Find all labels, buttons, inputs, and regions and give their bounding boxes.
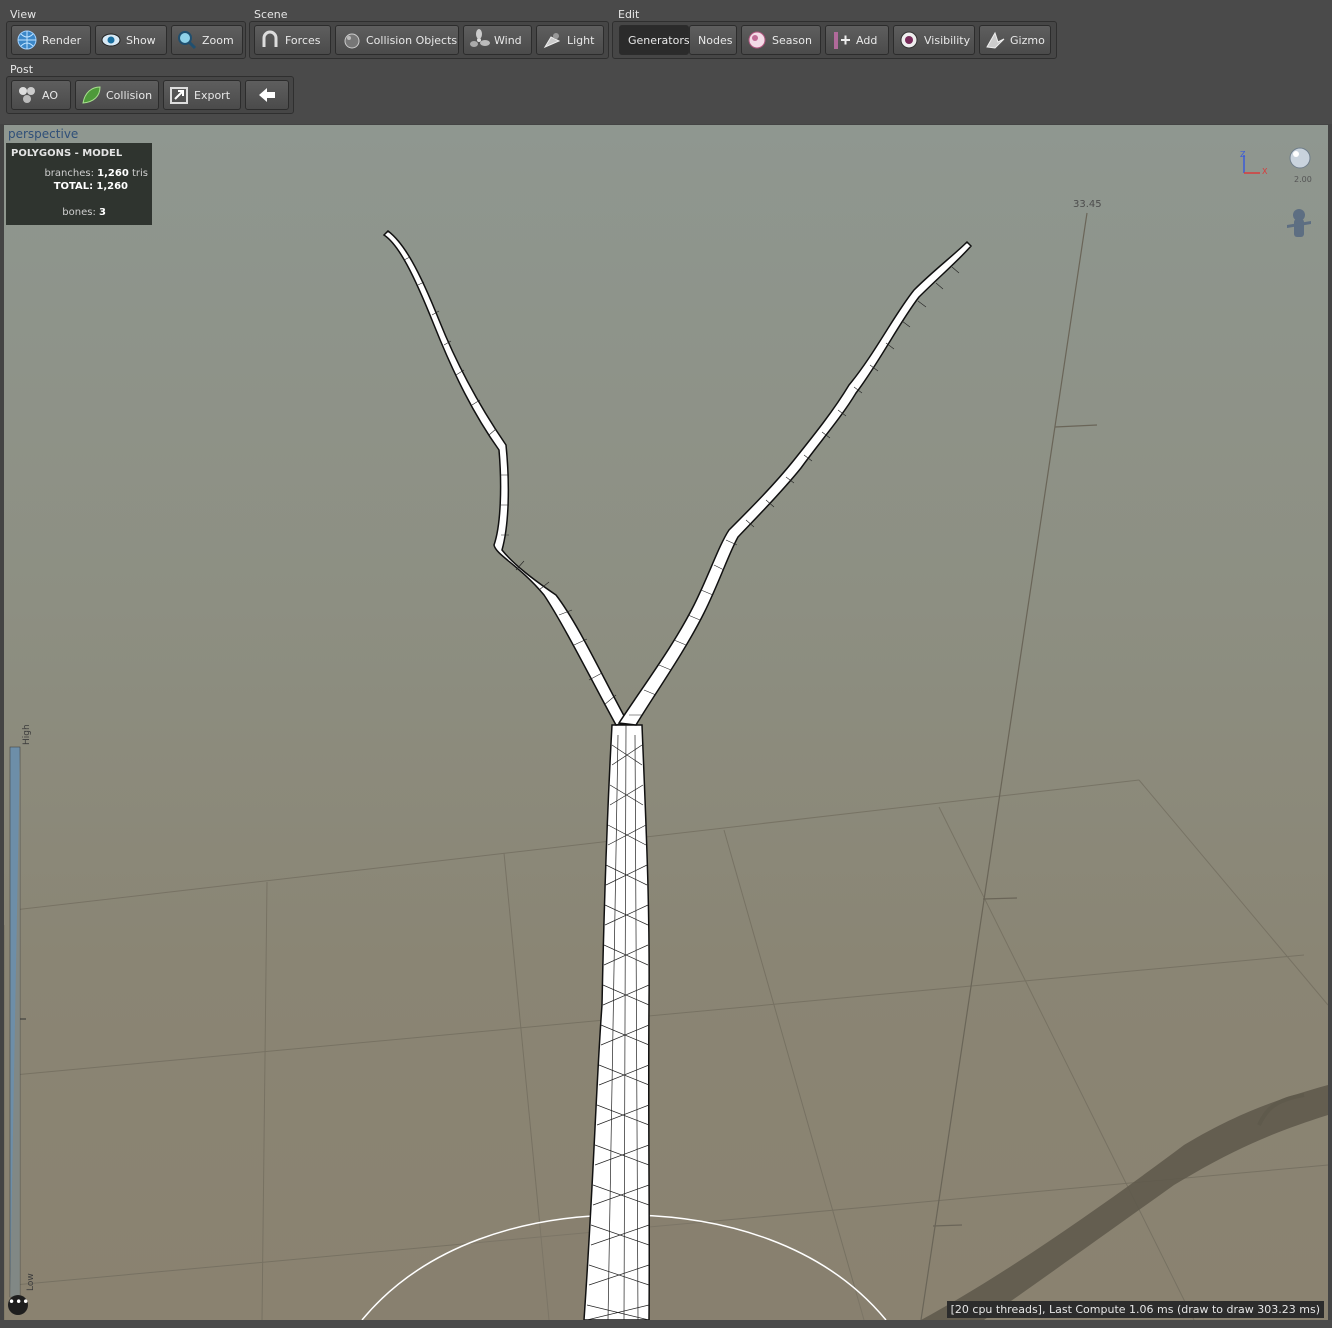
height-ruler <box>920 212 1098 1320</box>
total-row: TOTAL: 1,260 <box>54 181 128 192</box>
axis-gizmo <box>1243 155 1260 174</box>
light-button[interactable]: Light <box>536 25 604 55</box>
zoom-button-label: Zoom <box>202 33 234 47</box>
total-value: 1,260 <box>96 181 128 192</box>
add-button-label: Add <box>856 33 878 47</box>
group-edit: Generators Nodes Season Add Visibility G… <box>612 21 1057 59</box>
magnifier-icon <box>176 29 198 51</box>
visibility-button[interactable]: Visibility <box>893 25 975 55</box>
bones-row: bones: 3 <box>62 207 106 218</box>
bones-key: bones: <box>62 207 96 218</box>
collision-sphere-icon <box>340 29 362 51</box>
wind-button-label: Wind <box>494 33 522 47</box>
group-scene: Forces Collision Objects Wind Light <box>249 21 609 59</box>
ruler-height-value: 33.45 <box>1073 199 1102 210</box>
show-button-label: Show <box>126 33 156 47</box>
bottom-border <box>0 1320 1332 1328</box>
collision-button[interactable]: Collision <box>75 80 159 110</box>
collision-button-label: Collision <box>106 88 153 102</box>
ao-button[interactable]: AO <box>11 80 71 110</box>
gizmo-button-label: Gizmo <box>1010 33 1045 47</box>
forces-button-label: Forces <box>285 33 321 47</box>
collision-objects-button-label: Collision Objects <box>366 33 458 47</box>
magnet-icon <box>259 29 281 51</box>
tab-generators[interactable]: Generators <box>619 25 690 55</box>
export-button[interactable]: Export <box>163 80 241 110</box>
fan-icon <box>468 29 490 51</box>
branches-value: 1,260 <box>97 168 129 179</box>
globe-icon <box>16 29 38 51</box>
total-key: TOTAL: <box>53 181 94 192</box>
light-bulb-icon <box>1289 147 1311 169</box>
back-button[interactable] <box>245 80 289 110</box>
add-button[interactable]: Add <box>825 25 889 55</box>
group-view: Render Show Zoom <box>6 21 246 59</box>
ao-spheres-icon <box>16 84 38 106</box>
viewport-scene <box>4 147 1328 1320</box>
tree-mesh <box>382 230 973 1320</box>
bones-value: 3 <box>99 207 106 218</box>
season-icon <box>746 29 768 51</box>
view-name-label[interactable]: perspective <box>8 127 78 141</box>
light-intensity-value: 2.00 <box>1294 175 1312 184</box>
spotlight-icon <box>541 29 563 51</box>
back-arrow-icon <box>256 84 278 106</box>
tab-generators-label: Generators <box>628 33 690 47</box>
polygons-panel: POLYGONS - MODEL branches: 1,260 tris TO… <box>6 143 152 225</box>
ao-button-label: AO <box>42 88 58 102</box>
group-label-edit: Edit <box>618 8 640 21</box>
lod-low-label: Low <box>26 1273 36 1291</box>
polygons-panel-title: POLYGONS - MODEL <box>11 148 123 159</box>
eye-icon <box>100 29 122 51</box>
axis-z-label: Z <box>1240 150 1246 159</box>
wind-button[interactable]: Wind <box>463 25 532 55</box>
lod-high-label: High <box>22 724 32 745</box>
season-button[interactable]: Season <box>741 25 821 55</box>
group-post: AO Collision Export <box>6 76 294 114</box>
render-button[interactable]: Render <box>11 25 91 55</box>
tree-shadow <box>921 1085 1328 1320</box>
branches-unit: tris <box>131 168 148 179</box>
export-icon <box>168 84 190 106</box>
add-node-icon <box>830 29 852 51</box>
collision-objects-button[interactable]: Collision Objects <box>335 25 459 55</box>
visibility-eye-icon <box>898 29 920 51</box>
visibility-button-label: Visibility <box>924 33 971 47</box>
season-button-label: Season <box>772 33 812 47</box>
scale-figure-icon <box>1287 209 1311 237</box>
branches-key: branches: <box>44 168 94 179</box>
toolbar: View Render Show Zoom Scene Forces Colli… <box>0 0 1332 124</box>
group-label-view: View <box>10 8 37 21</box>
export-button-label: Export <box>194 88 231 102</box>
render-button-label: Render <box>42 33 82 47</box>
tab-nodes-label: Nodes <box>698 33 733 47</box>
gizmo-button[interactable]: Gizmo <box>979 25 1051 55</box>
tab-nodes[interactable]: Nodes <box>689 25 737 55</box>
branches-row: branches: 1,260 tris <box>44 168 148 179</box>
status-bar: [20 cpu threads], Last Compute 1.06 ms (… <box>946 1301 1324 1318</box>
axis-x-label: X <box>1262 167 1268 176</box>
forces-button[interactable]: Forces <box>254 25 331 55</box>
collision-leaf-icon <box>80 84 102 106</box>
more-options-button[interactable]: ••• <box>8 1295 29 1315</box>
gizmo-icon <box>984 29 1006 51</box>
group-label-post: Post <box>10 63 34 76</box>
light-button-label: Light <box>567 33 595 47</box>
group-label-scene: Scene <box>254 8 288 21</box>
show-button[interactable]: Show <box>95 25 167 55</box>
zoom-button[interactable]: Zoom <box>171 25 243 55</box>
3d-viewport[interactable]: perspective POLYGONS - MODEL branches: 1… <box>4 125 1328 1320</box>
